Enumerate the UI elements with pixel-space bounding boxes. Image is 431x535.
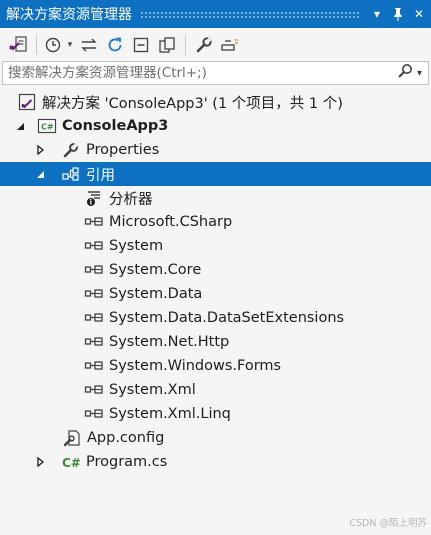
close-icon[interactable]: ✕ (410, 4, 428, 24)
watermark: CSDN @陌上明苏 (349, 518, 427, 529)
expanded-triangle-icon[interactable] (12, 118, 28, 134)
assembly-reference-icon (84, 309, 104, 327)
assembly-reference-icon (84, 381, 104, 399)
tree-item-reference[interactable]: System (0, 234, 431, 258)
preview-icon[interactable] (218, 33, 242, 57)
tree-item-reference[interactable]: System.Data (0, 282, 431, 306)
tree-item-label: App.config (87, 430, 165, 446)
search-icon[interactable] (397, 63, 413, 83)
references-icon (61, 165, 81, 183)
tree-item-label: Microsoft.CSharp (109, 214, 233, 230)
tree-item-label: System.Core (109, 262, 202, 278)
svg-text:i: i (90, 199, 92, 207)
search-options-dropdown-icon[interactable]: ▾ (417, 68, 422, 79)
tree-item-label: 分析器 (109, 191, 153, 208)
collapsed-triangle-icon[interactable] (32, 142, 48, 158)
tree-item-reference[interactable]: System.Xml.Linq (0, 402, 431, 426)
toolbar-separator (185, 34, 186, 55)
tree-item-label: Properties (86, 142, 160, 158)
history-icon[interactable] (43, 33, 63, 57)
solution-tree: 解决方案 'ConsoleApp3' (1 个项目，共 1 个) C# Cons… (0, 90, 431, 474)
tree-item-label: ConsoleApp3 (62, 118, 169, 134)
tree-item-label: 引用 (86, 167, 115, 184)
analyzer-icon: i (84, 189, 104, 207)
assembly-reference-icon (84, 285, 104, 303)
tree-item-label: System.Net.Http (109, 334, 230, 350)
vs-solution-icon[interactable] (6, 33, 30, 57)
tree-item-label: 解决方案 'ConsoleApp3' (1 个项目，共 1 个) (42, 95, 343, 112)
collapse-all-icon[interactable] (129, 33, 153, 57)
tree-item-references[interactable]: 引用 (0, 162, 431, 186)
toolbar-separator (36, 34, 37, 55)
tree-item-solution[interactable]: 解决方案 'ConsoleApp3' (1 个项目，共 1 个) (0, 90, 431, 114)
tree-item-reference[interactable]: Microsoft.CSharp (0, 210, 431, 234)
svg-text:C#: C# (41, 123, 54, 132)
wrench-icon[interactable] (192, 33, 216, 57)
tree-item-label: Program.cs (86, 454, 168, 470)
tree-item-analyzers[interactable]: i 分析器 (0, 186, 431, 210)
drag-grip[interactable] (140, 10, 360, 18)
tree-item-project[interactable]: C# ConsoleApp3 (0, 114, 431, 138)
assembly-reference-icon (84, 405, 104, 423)
tree-item-label: System.Xml (109, 382, 196, 398)
assembly-reference-icon (84, 357, 104, 375)
copy-icon[interactable] (155, 33, 179, 57)
toolbar: ▾ (0, 28, 431, 61)
tree-item-program[interactable]: C# Program.cs (0, 450, 431, 474)
collapsed-triangle-icon[interactable] (32, 454, 48, 470)
pin-icon[interactable] (389, 4, 407, 24)
assembly-reference-icon (84, 261, 104, 279)
reference-list: Microsoft.CSharp System System.Core System.… (0, 210, 431, 426)
refresh-icon[interactable] (103, 33, 127, 57)
search-box: ▾ (2, 61, 429, 85)
history-dropdown-icon[interactable]: ▾ (65, 33, 75, 57)
sync-icon[interactable] (77, 33, 101, 57)
tree-item-label: System (109, 238, 164, 254)
tree-item-app-config[interactable]: App.config (0, 426, 431, 450)
svg-text:C#: C# (62, 456, 81, 470)
search-input[interactable] (8, 65, 397, 81)
tree-item-reference[interactable]: System.Data.DataSetExtensions (0, 306, 431, 330)
assembly-reference-icon (84, 213, 104, 231)
tree-item-reference[interactable]: System.Windows.Forms (0, 354, 431, 378)
vs-solution-icon (17, 93, 37, 111)
expanded-triangle-icon[interactable] (32, 166, 48, 182)
assembly-reference-icon (84, 237, 104, 255)
title-bar: 解决方案资源管理器 ▾ ✕ (0, 0, 431, 28)
tree-item-reference[interactable]: System.Core (0, 258, 431, 282)
csharp-file-icon: C# (61, 453, 81, 471)
tree-item-properties[interactable]: Properties (0, 138, 431, 162)
tree-item-reference[interactable]: System.Net.Http (0, 330, 431, 354)
tree-item-label: System.Windows.Forms (109, 358, 282, 374)
config-file-icon (62, 429, 82, 447)
window-options-dropdown-icon[interactable]: ▾ (368, 4, 386, 24)
csharp-project-icon: C# (37, 117, 57, 135)
tree-item-label: System.Data.DataSetExtensions (109, 310, 345, 326)
tree-item-label: System.Data (109, 286, 203, 302)
tree-item-label: System.Xml.Linq (109, 406, 231, 422)
assembly-reference-icon (84, 333, 104, 351)
tree-item-reference[interactable]: System.Xml (0, 378, 431, 402)
window-title: 解决方案资源管理器 (6, 7, 132, 23)
wrench-icon (61, 141, 81, 159)
